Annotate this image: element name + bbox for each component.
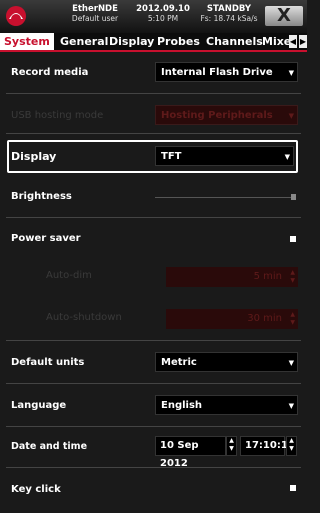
tab-display[interactable]: Display — [105, 33, 158, 50]
tab-probes[interactable]: Probes — [153, 33, 204, 50]
stepper-arrows-icon: ▲ ▼ — [289, 437, 294, 452]
date-time-label: Date and time — [11, 441, 88, 452]
divider — [6, 467, 301, 468]
auto-shutdown-value: 30 min — [247, 313, 282, 324]
device-name: EtherNDE — [72, 4, 118, 14]
auto-shutdown-stepper: 30 min ▲ ▼ — [166, 309, 298, 329]
chevron-down-icon: ▼ — [288, 112, 294, 120]
divider — [6, 93, 301, 94]
chevron-down-icon: ▼ — [288, 69, 294, 77]
date-stepper[interactable]: ▲ ▼ — [226, 436, 237, 456]
divider — [6, 340, 301, 341]
language-label: Language — [11, 400, 67, 411]
record-media-label: Record media — [11, 67, 89, 78]
divider — [6, 383, 301, 384]
date-field[interactable]: 10 Sep 2012 — [155, 436, 226, 469]
default-units-dropdown[interactable]: Metric ▼ — [155, 352, 298, 372]
close-icon: X — [277, 5, 291, 26]
stepper-arrows-icon: ▲ ▼ — [290, 311, 295, 326]
default-units-label: Default units — [11, 357, 85, 368]
auto-dim-value: 5 min — [253, 271, 282, 282]
acquisition-info: STANDBY Fs: 18.74 kSa/s — [196, 4, 262, 24]
language-dropdown[interactable]: English ▼ — [155, 395, 298, 415]
stepper-arrows-icon: ▲ ▼ — [290, 269, 295, 284]
stepper-arrows-icon: ▲ ▼ — [229, 437, 234, 452]
display-dropdown[interactable]: TFT ▼ — [155, 146, 294, 166]
usb-hosting-value: Hosting Peripherals — [161, 110, 273, 121]
logo-icon — [6, 6, 26, 26]
brightness-label: Brightness — [11, 191, 72, 202]
record-media-value: Internal Flash Drive — [161, 67, 273, 78]
auto-shutdown-label: Auto-shutdown — [46, 312, 122, 323]
tab-system[interactable]: System — [0, 33, 54, 50]
tab-general[interactable]: General — [56, 33, 112, 50]
time-stepper[interactable]: ▲ ▼ — [286, 436, 297, 456]
display-value: TFT — [161, 151, 182, 162]
language-value: English — [161, 400, 203, 411]
date-value: 10 Sep 2012 — [160, 440, 199, 469]
usb-hosting-label: USB hosting mode — [11, 110, 104, 121]
auto-dim-label: Auto-dim — [46, 270, 92, 281]
key-click-checkbox[interactable] — [290, 485, 296, 491]
header-time: 5:10 PM — [147, 14, 179, 23]
status-text: STANDBY — [206, 4, 252, 14]
brightness-slider[interactable] — [155, 197, 295, 198]
chevron-down-icon: ▼ — [288, 359, 294, 367]
auto-dim-stepper: 5 min ▲ ▼ — [166, 267, 298, 287]
key-click-label: Key click — [11, 484, 61, 495]
chevron-down-icon: ▼ — [284, 153, 290, 161]
tab-scroll-right-icon[interactable]: ▶ — [299, 35, 307, 48]
status-bar: EtherNDE Default user 2012.09.10 5:10 PM… — [0, 0, 307, 33]
header-date: 2012.09.10 — [136, 4, 190, 14]
device-info: EtherNDE Default user — [60, 4, 130, 24]
chevron-down-icon: ▼ — [288, 402, 294, 410]
divider — [6, 426, 301, 427]
display-label: Display — [11, 150, 57, 163]
datetime-info: 2012.09.10 5:10 PM — [133, 4, 193, 24]
default-units-value: Metric — [161, 357, 197, 368]
close-button[interactable]: X — [265, 6, 303, 26]
divider — [6, 217, 301, 218]
power-saver-label: Power saver — [11, 233, 81, 244]
sample-rate: Fs: 18.74 kSa/s — [200, 14, 258, 23]
record-media-dropdown[interactable]: Internal Flash Drive ▼ — [155, 62, 298, 82]
power-saver-checkbox[interactable] — [290, 236, 296, 242]
time-field[interactable]: 17:10:14 — [240, 436, 295, 456]
usb-hosting-dropdown: Hosting Peripherals ▼ — [155, 105, 298, 125]
tab-scroll-left-icon[interactable]: ◀ — [289, 35, 297, 48]
tab-bar: System General Display Probes Channels M… — [0, 33, 307, 52]
divider — [6, 133, 301, 134]
brightness-slider-handle[interactable] — [291, 194, 296, 200]
user-name: Default user — [71, 14, 119, 23]
